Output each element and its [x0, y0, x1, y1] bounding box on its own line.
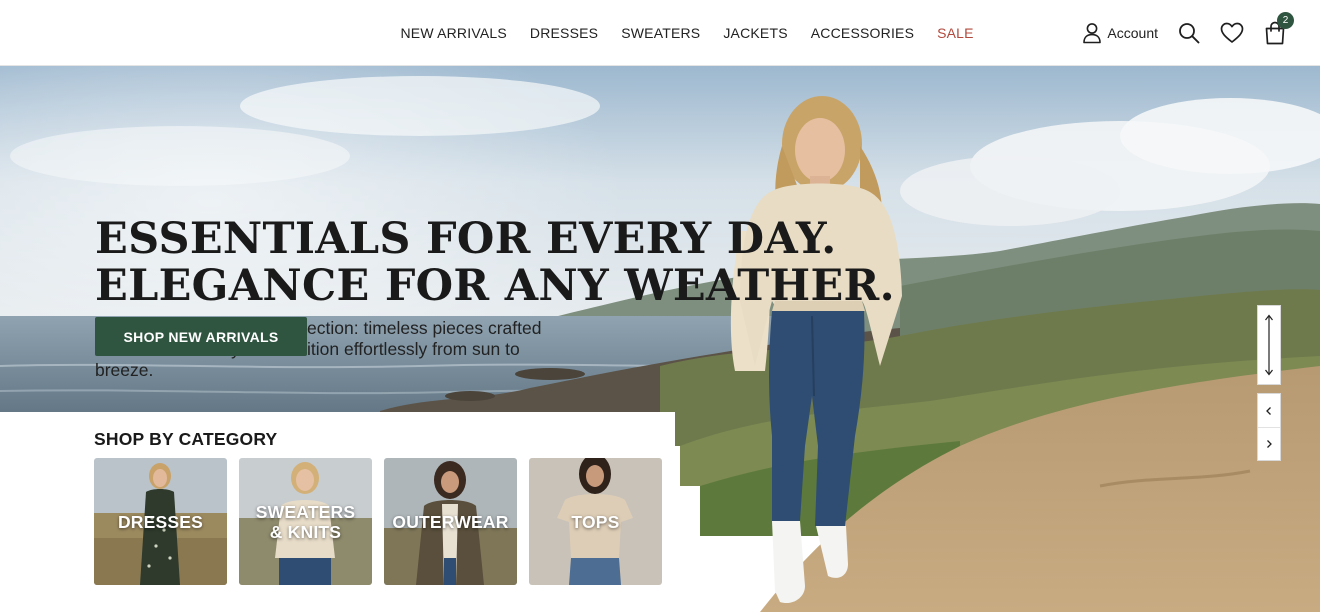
category-card-tops[interactable]: TOPS [529, 458, 662, 585]
category-label-outerwear: OUTERWEAR [392, 511, 509, 532]
previous-slide-button[interactable] [1258, 394, 1280, 427]
category-card-outerwear[interactable]: OUTERWEAR [384, 458, 517, 585]
category-label-dresses: DRESSES [117, 511, 204, 532]
category-label-sweaters-knits: SWEATERS & KNITS [255, 501, 356, 542]
site-header: NEW ARRIVALS DRESSES SWEATERS JACKETS AC… [0, 0, 1320, 66]
nav-dresses[interactable]: DRESSES [530, 25, 598, 41]
account-label: Account [1107, 25, 1158, 41]
category-card-dresses[interactable]: DRESSES [94, 458, 227, 585]
scroll-indicator[interactable] [1257, 305, 1281, 385]
main-nav: NEW ARRIVALS DRESSES SWEATERS JACKETS AC… [389, 0, 985, 66]
vertical-arrows-icon [1265, 314, 1273, 376]
shop-new-arrivals-button[interactable]: SHOP NEW ARRIVALS [95, 317, 307, 356]
category-card-sweaters-knits[interactable]: SWEATERS & KNITS [239, 458, 372, 585]
hero-headline: ESSENTIALS FOR EVERY DAY. ELEGANCE FOR A… [95, 216, 895, 310]
nav-accessories[interactable]: ACCESSORIES [811, 25, 914, 41]
user-icon [1082, 22, 1102, 44]
chevron-right-icon [1267, 440, 1272, 448]
shop-by-category: SHOP BY CATEGORY DRESSES SWEATERS & KNIT… [0, 412, 675, 612]
bag-count-badge: 2 [1277, 12, 1294, 29]
hero-headline-line2: ELEGANCE FOR ANY WEATHER. [95, 261, 895, 311]
nav-jackets[interactable]: JACKETS [723, 25, 787, 41]
shopping-bag-button[interactable]: 2 [1264, 12, 1294, 45]
next-slide-button[interactable] [1258, 427, 1280, 460]
chevron-left-icon [1266, 406, 1271, 415]
category-section-title: SHOP BY CATEGORY [94, 429, 278, 449]
heart-icon[interactable] [1220, 22, 1244, 44]
nav-sale[interactable]: SALE [937, 25, 974, 41]
slider-arrows [1257, 393, 1281, 461]
nav-sweaters[interactable]: SWEATERS [621, 25, 700, 41]
header-utilities: Account 2 [1082, 0, 1294, 66]
category-label-tops: TOPS [571, 511, 620, 532]
account-link[interactable]: Account [1082, 22, 1158, 44]
hero-headline-line1: ESSENTIALS FOR EVERY DAY. [95, 214, 837, 264]
nav-new-arrivals[interactable]: NEW ARRIVALS [401, 25, 507, 41]
search-icon[interactable] [1178, 22, 1200, 44]
